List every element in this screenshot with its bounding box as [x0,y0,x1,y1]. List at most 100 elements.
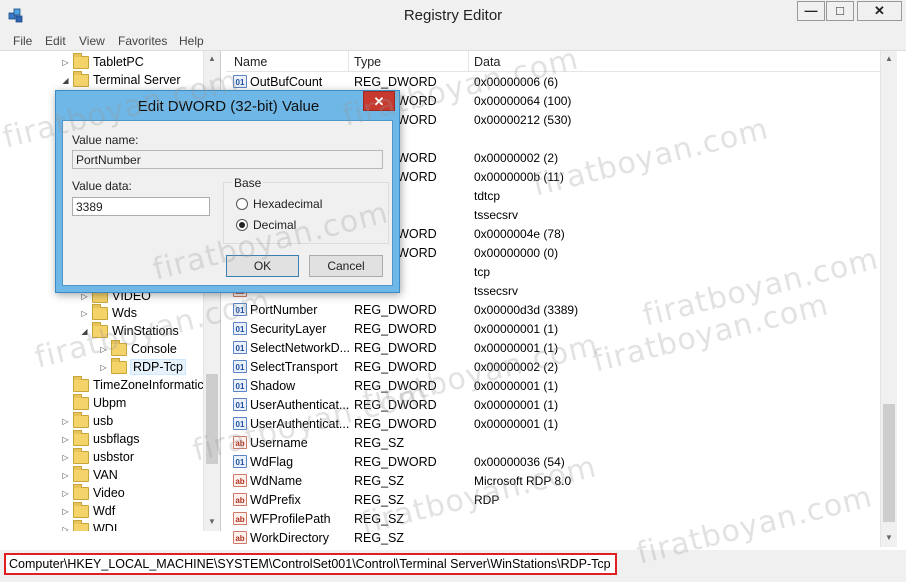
tree-item[interactable]: ▷ Video [60,483,125,502]
expand-arrow-icon[interactable]: ▷ [60,58,71,67]
column-header-data[interactable]: Data [474,55,500,69]
expand-arrow-icon[interactable]: ▷ [60,417,71,426]
value-row[interactable]: ab WorkDirectory REG_SZ [226,528,881,547]
decimal-radio[interactable]: Decimal [236,218,296,232]
value-row[interactable]: 01 SelectNetworkD... REG_DWORD 0x00000001 (… [226,338,881,357]
tree-item[interactable]: ▷ usbstor [60,447,134,466]
value-data: 0x00000000 (0) [474,245,559,260]
dialog-close-button[interactable]: ✕ [363,91,395,111]
value-row[interactable]: 01 SecurityLayer REG_DWORD 0x00000001 (1) [226,319,881,338]
menu-favorites[interactable]: Favorites [118,34,167,48]
close-button[interactable]: ✕ [857,1,902,21]
value-data: 0x00000036 (54) [474,454,565,469]
menu-help[interactable]: Help [179,34,204,48]
scroll-down-icon[interactable]: ▼ [881,530,897,546]
expand-arrow-icon[interactable]: ▷ [79,309,90,318]
collapse-arrow-icon[interactable]: ◢ [79,327,90,336]
menu-edit[interactable]: Edit [45,34,66,48]
column-header-name[interactable]: Name [234,55,267,69]
scroll-up-icon[interactable]: ▲ [881,51,897,67]
folder-icon [73,70,89,87]
expand-arrow-icon[interactable]: ▷ [60,471,71,480]
ok-button[interactable]: OK [226,255,299,277]
value-data: 0x00000006 (6) [474,74,559,89]
value-row[interactable]: ab WFProfilePath REG_SZ [226,509,881,528]
tree-item[interactable]: ▷ Wds [79,303,137,322]
menu-view[interactable]: View [79,34,105,48]
binary-value-icon: 01 [233,417,247,430]
status-bar: Computer\HKEY_LOCAL_MACHINE\SYSTEM\Contr… [0,550,906,582]
tree-item[interactable]: ▷ Wdf [60,501,115,520]
tree-item[interactable]: ▷ WDI [60,519,118,532]
value-type: REG_DWORD [354,416,437,431]
value-row[interactable]: 01 Shadow REG_DWORD 0x00000001 (1) [226,376,881,395]
minimize-button[interactable]: — [797,1,825,21]
expand-arrow-icon[interactable]: ▷ [60,435,71,444]
value-row[interactable]: 01 OutBufCount REG_DWORD 0x00000006 (6) [226,72,881,91]
expand-arrow-icon[interactable]: ▷ [60,489,71,498]
binary-value-icon: 01 [233,398,247,411]
tree-item-label: Terminal Server [93,73,181,87]
hexadecimal-radio[interactable]: Hexadecimal [236,197,322,211]
edit-dword-dialog: Edit DWORD (32-bit) Value ✕ Value name: … [55,90,400,293]
values-scrollbar[interactable]: ▲ ▼ [880,51,897,547]
value-row[interactable]: 01 PortNumber REG_DWORD 0x00000d3d (3389) [226,300,881,319]
tree-item[interactable]: ▷ usbflags [60,429,140,448]
tree-item[interactable]: ▷ usb [60,411,113,430]
expand-arrow-icon[interactable]: ▷ [98,363,109,372]
title-bar: Registry Editor — □ ✕ [0,0,906,31]
folder-icon [73,519,89,531]
value-row[interactable]: 01 UserAuthenticat... REG_DWORD 0x00000001 … [226,414,881,433]
column-divider[interactable] [348,51,349,72]
value-row[interactable]: ab Username REG_SZ [226,433,881,452]
tree-item-label: Ubpm [93,396,127,410]
value-type: REG_DWORD [354,340,437,355]
value-data-field[interactable] [72,197,210,216]
binary-value-icon: 01 [233,322,247,335]
value-data: 0x00000001 (1) [474,378,559,393]
scroll-up-icon[interactable]: ▲ [204,51,220,67]
tree-item-label: WDI [93,522,118,531]
tree-item[interactable]: ▷ TabletPC [60,52,144,71]
value-row[interactable]: 01 SelectTransport REG_DWORD 0x00000002 (2) [226,357,881,376]
value-row[interactable]: ab WdPrefix REG_SZ RDP [226,490,881,509]
value-type: REG_DWORD [354,454,437,469]
value-name: WdName [250,473,303,488]
tree-item[interactable]: ▷ VAN [60,465,118,484]
binary-value-icon: 01 [233,341,247,354]
scroll-down-icon[interactable]: ▼ [204,514,220,530]
radio-checked-icon[interactable] [236,219,248,231]
value-name-field[interactable] [72,150,383,169]
values-scroll-thumb[interactable] [883,404,895,522]
tree-item[interactable]: ▷ Console [98,339,177,358]
tree-item-selected[interactable]: ▷ RDP-Tcp [98,357,187,376]
tree-item-label: TimeZoneInformatic [93,378,204,392]
value-row[interactable]: 01 UserAuthenticat... REG_DWORD 0x00000001 … [226,395,881,414]
menu-file[interactable]: File [13,34,32,48]
column-header-type[interactable]: Type [354,55,381,69]
column-divider[interactable] [468,51,469,72]
value-name: SelectTransport [250,359,338,374]
cancel-button[interactable]: Cancel [309,255,383,277]
radio-unchecked-icon[interactable] [236,198,248,210]
value-name: UserAuthenticat... [250,416,350,431]
hexadecimal-label: Hexadecimal [253,197,323,211]
tree-item[interactable]: ◢ Terminal Server [60,70,181,89]
string-value-icon: ab [233,474,247,487]
expand-arrow-icon[interactable]: ▷ [60,507,71,516]
tree-scroll-thumb[interactable] [206,374,218,464]
tree-item[interactable]: Ubpm [60,393,127,412]
value-row[interactable]: ab WdName REG_SZ Microsoft RDP 8.0 [226,471,881,490]
string-value-icon: ab [233,436,247,449]
expand-arrow-icon[interactable]: ▷ [60,453,71,462]
expand-arrow-icon[interactable]: ▷ [60,525,71,532]
tree-item[interactable]: TimeZoneInformatic [60,375,204,394]
maximize-button[interactable]: □ [826,1,854,21]
collapse-arrow-icon[interactable]: ◢ [60,76,71,85]
tree-item-label: Video [93,486,125,500]
tree-item[interactable]: ◢ WinStations [79,321,179,340]
value-row[interactable]: 01 WdFlag REG_DWORD 0x00000036 (54) [226,452,881,471]
expand-arrow-icon[interactable]: ▷ [98,345,109,354]
base-group-label: Base [232,176,264,190]
value-type: REG_SZ [354,530,405,545]
